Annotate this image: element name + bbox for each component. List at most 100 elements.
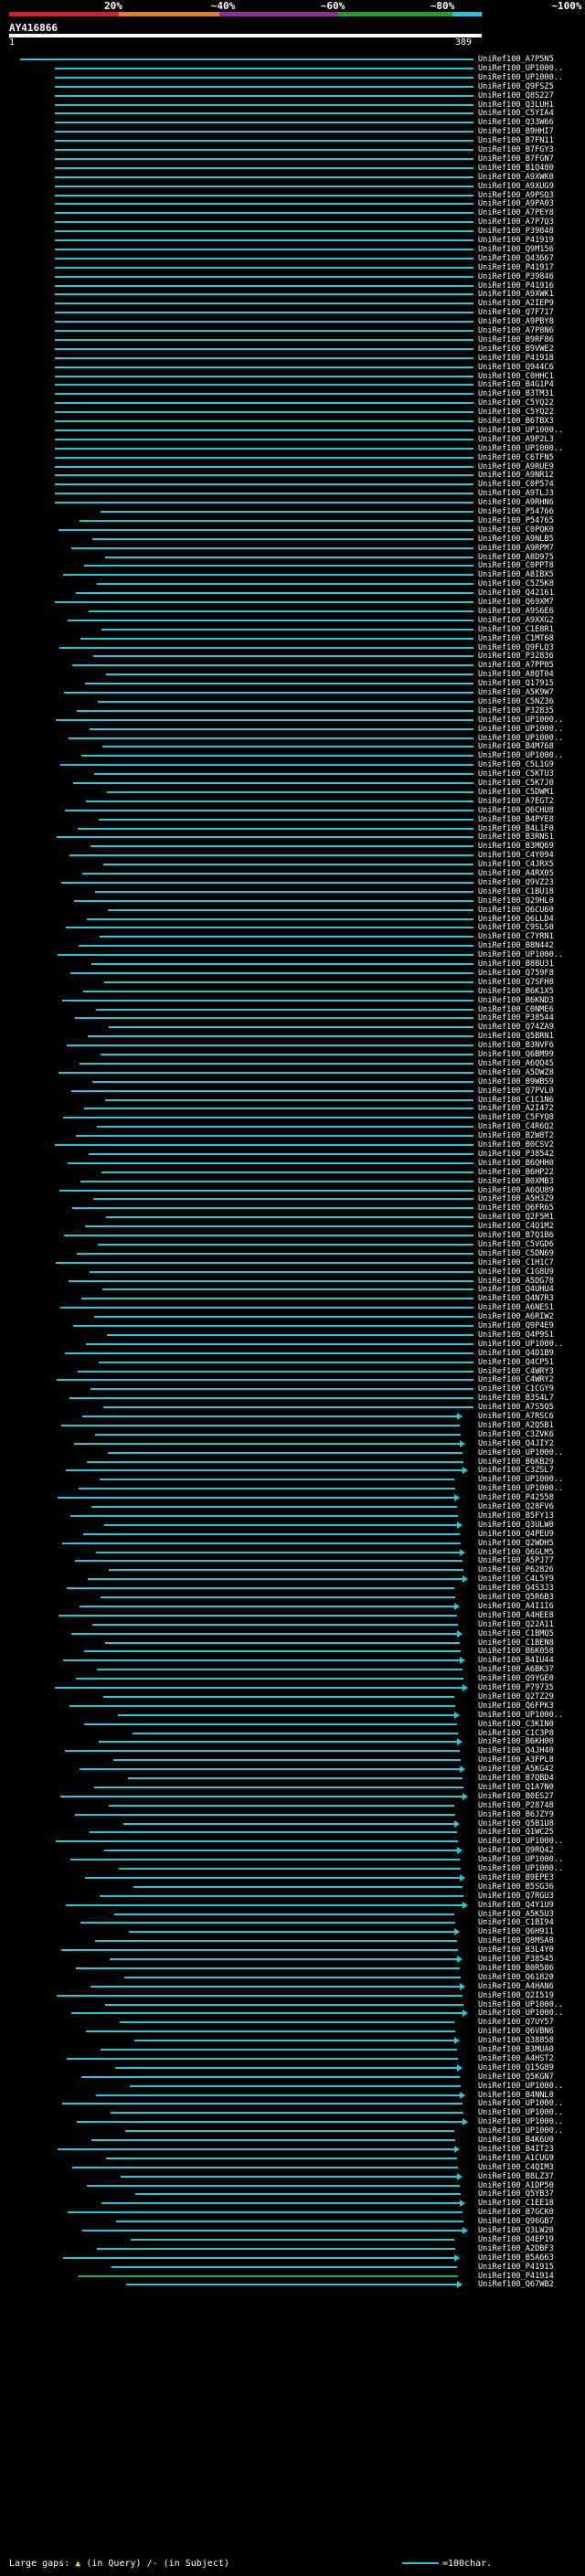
hit-label[interactable]: UniRef100_B0ES27	[478, 1792, 554, 1801]
hit-label[interactable]: UniRef100_C4WRY2	[478, 1375, 554, 1384]
hit-row[interactable]: UniRef100_Q9RQ42	[0, 1846, 585, 1855]
hit-label[interactable]: UniRef100_B9RF86	[478, 335, 554, 345]
hit-label[interactable]: UniRef100_B9WBS9	[478, 1077, 554, 1087]
hit-label[interactable]: UniRef100_B9HHI7	[478, 127, 554, 136]
hit-label[interactable]: UniRef100_Q7F717	[478, 308, 554, 317]
hit-label[interactable]: UniRef100_Q7SFH8	[478, 978, 554, 987]
hit-row[interactable]: UniRef100_A9XXG2	[0, 616, 585, 625]
hit-label[interactable]: UniRef100_A9RUE9	[478, 462, 554, 472]
hit-row[interactable]: UniRef100_A2DBF3	[0, 2244, 585, 2253]
hit-label[interactable]: UniRef100_C1BMQ5	[478, 1629, 554, 1638]
hit-label[interactable]: UniRef100_C1CGY9	[478, 1384, 554, 1394]
hit-row[interactable]: UniRef100_B7FN11	[0, 136, 585, 145]
hit-label[interactable]: UniRef100_Q9VZ23	[478, 878, 554, 887]
hit-label[interactable]: UniRef100_UP1000..	[478, 426, 563, 435]
hit-label[interactable]: UniRef100_C4Y094	[478, 851, 554, 860]
hit-label[interactable]: UniRef100_Q5KGN7	[478, 2072, 554, 2082]
hit-row[interactable]: UniRef100_B3MUA0	[0, 2045, 585, 2054]
hit-row[interactable]: UniRef100_A2Q5B1	[0, 1421, 585, 1430]
hit-label[interactable]: UniRef100_B3TM31	[478, 389, 554, 398]
hit-row[interactable]: UniRef100_B6KND3	[0, 996, 585, 1005]
hit-label[interactable]: UniRef100_Q38858	[478, 2036, 554, 2045]
hit-row[interactable]: UniRef100_Q5BRN1	[0, 1032, 585, 1041]
hit-row[interactable]: UniRef100_A9XWK0	[0, 173, 585, 182]
hit-row[interactable]: UniRef100_Q6GLM5	[0, 1548, 585, 1557]
hit-row[interactable]: UniRef100_B4IU44	[0, 1656, 585, 1665]
hit-row[interactable]: UniRef100_B9HHI7	[0, 127, 585, 136]
hit-label[interactable]: UniRef100_UP1000..	[478, 1837, 563, 1846]
hit-label[interactable]: UniRef100_B4IT23	[478, 2145, 554, 2154]
hit-row[interactable]: UniRef100_C1C1N6	[0, 1096, 585, 1105]
hit-label[interactable]: UniRef100_Q6FR65	[478, 1203, 554, 1213]
hit-row[interactable]: UniRef100_C3KIN0	[0, 1720, 585, 1729]
hit-label[interactable]: UniRef100_C4L5Y9	[478, 1574, 554, 1584]
hit-row[interactable]: UniRef100_B5A663	[0, 2253, 585, 2263]
hit-row[interactable]: UniRef100_P79735	[0, 1683, 585, 1692]
hit-label[interactable]: UniRef100_Q6LLD4	[478, 915, 554, 924]
hit-row[interactable]: UniRef100_B4M768	[0, 742, 585, 751]
hit-row[interactable]: UniRef100_Q3LW20	[0, 2226, 585, 2235]
hit-row[interactable]: UniRef100_P42558	[0, 1493, 585, 1502]
hit-label[interactable]: UniRef100_P41917	[478, 263, 554, 272]
hit-label[interactable]: UniRef100_A9NLB5	[478, 535, 554, 544]
hit-label[interactable]: UniRef100_A9PBY8	[478, 317, 554, 326]
hit-row[interactable]: UniRef100_B8BU31	[0, 959, 585, 969]
hit-label[interactable]: UniRef100_Q1A7N0	[478, 1783, 554, 1792]
hit-label[interactable]: UniRef100_A7P7Q3	[478, 217, 554, 227]
hit-row[interactable]: UniRef100_A9S6E6	[0, 607, 585, 616]
hit-row[interactable]: UniRef100_P32835	[0, 706, 585, 716]
hit-row[interactable]: UniRef100_A9PA03	[0, 199, 585, 208]
hit-label[interactable]: UniRef100_B6KND3	[478, 996, 554, 1005]
hit-label[interactable]: UniRef100_A4I1I6	[478, 1602, 554, 1611]
hit-label[interactable]: UniRef100_A2I472	[478, 1104, 554, 1113]
hit-row[interactable]: UniRef100_B3TM31	[0, 389, 585, 398]
hit-row[interactable]: UniRef100_A6QQ45	[0, 1059, 585, 1068]
hit-label[interactable]: UniRef100_B1Q480	[478, 164, 554, 173]
hit-row[interactable]: UniRef100_C5DWM1	[0, 788, 585, 797]
hit-row[interactable]: UniRef100_A5PJ77	[0, 1556, 585, 1565]
hit-label[interactable]: UniRef100_UP1000..	[478, 1864, 563, 1873]
hit-label[interactable]: UniRef100_B7Q1B6	[478, 1231, 554, 1240]
hit-row[interactable]: UniRef100_P41919	[0, 236, 585, 245]
hit-row[interactable]: UniRef100_Q6CU60	[0, 906, 585, 915]
hit-row[interactable]: UniRef100_P39848	[0, 227, 585, 236]
hit-row[interactable]: UniRef100_C4WRY3	[0, 1367, 585, 1376]
hit-row[interactable]: UniRef100_P54766	[0, 507, 585, 516]
hit-row[interactable]: UniRef100_P28748	[0, 1801, 585, 1810]
hit-row[interactable]: UniRef100_A2IEP9	[0, 299, 585, 308]
hit-row[interactable]: UniRef100_C5YIA4	[0, 109, 585, 118]
hit-label[interactable]: UniRef100_P28748	[478, 1801, 554, 1810]
hit-label[interactable]: UniRef100_A9RHN6	[478, 498, 554, 507]
hit-row[interactable]: UniRef100_Q43667	[0, 254, 585, 263]
hit-label[interactable]: UniRef100_B8BU31	[478, 959, 554, 969]
hit-row[interactable]: UniRef100_P62826	[0, 1565, 585, 1574]
hit-label[interactable]: UniRef100_A6BK37	[478, 1665, 554, 1674]
hit-label[interactable]: UniRef100_Q61820	[478, 1973, 554, 1982]
hit-row[interactable]: UniRef100_C9SLS0	[0, 923, 585, 932]
hit-label[interactable]: UniRef100_B7FN11	[478, 136, 554, 145]
hit-label[interactable]: UniRef100_C4Q1M2	[478, 1222, 554, 1231]
hit-label[interactable]: UniRef100_UP1000..	[478, 734, 563, 743]
hit-row[interactable]: UniRef100_C1EE18	[0, 2199, 585, 2208]
hit-label[interactable]: UniRef100_A7RSC6	[478, 1412, 554, 1421]
hit-label[interactable]: UniRef100_Q6CU60	[478, 906, 554, 915]
hit-row[interactable]: UniRef100_C4L5Y9	[0, 1574, 585, 1584]
hit-row[interactable]: UniRef100_UP1000..	[0, 2126, 585, 2136]
hit-label[interactable]: UniRef100_A8D975	[478, 553, 554, 562]
hit-label[interactable]: UniRef100_P38544	[478, 1013, 554, 1023]
hit-label[interactable]: UniRef100_Q6BM99	[478, 1050, 554, 1059]
hit-label[interactable]: UniRef100_A9XWK0	[478, 173, 554, 182]
hit-row[interactable]: UniRef100_Q4Y1U9	[0, 1901, 585, 1910]
hit-row[interactable]: UniRef100_Q67WB2	[0, 2280, 585, 2289]
hit-row[interactable]: UniRef100_Q33W66	[0, 118, 585, 127]
hit-row[interactable]: UniRef100_A5H3Z9	[0, 1194, 585, 1203]
hit-row[interactable]: UniRef100_UP1000..	[0, 1855, 585, 1864]
hit-label[interactable]: UniRef100_A9RPM7	[478, 544, 554, 553]
hit-label[interactable]: UniRef100_B4M768	[478, 742, 554, 751]
hit-label[interactable]: UniRef100_Q4CP51	[478, 1358, 554, 1367]
hit-row[interactable]: UniRef100_B7FGN7	[0, 154, 585, 164]
hit-row[interactable]: UniRef100_B4K6U0	[0, 2136, 585, 2145]
hit-label[interactable]: UniRef100_B3L4Y0	[478, 1945, 554, 1955]
hit-label[interactable]: UniRef100_A8QT04	[478, 670, 554, 679]
hit-label[interactable]: UniRef100_Q944C6	[478, 363, 554, 372]
